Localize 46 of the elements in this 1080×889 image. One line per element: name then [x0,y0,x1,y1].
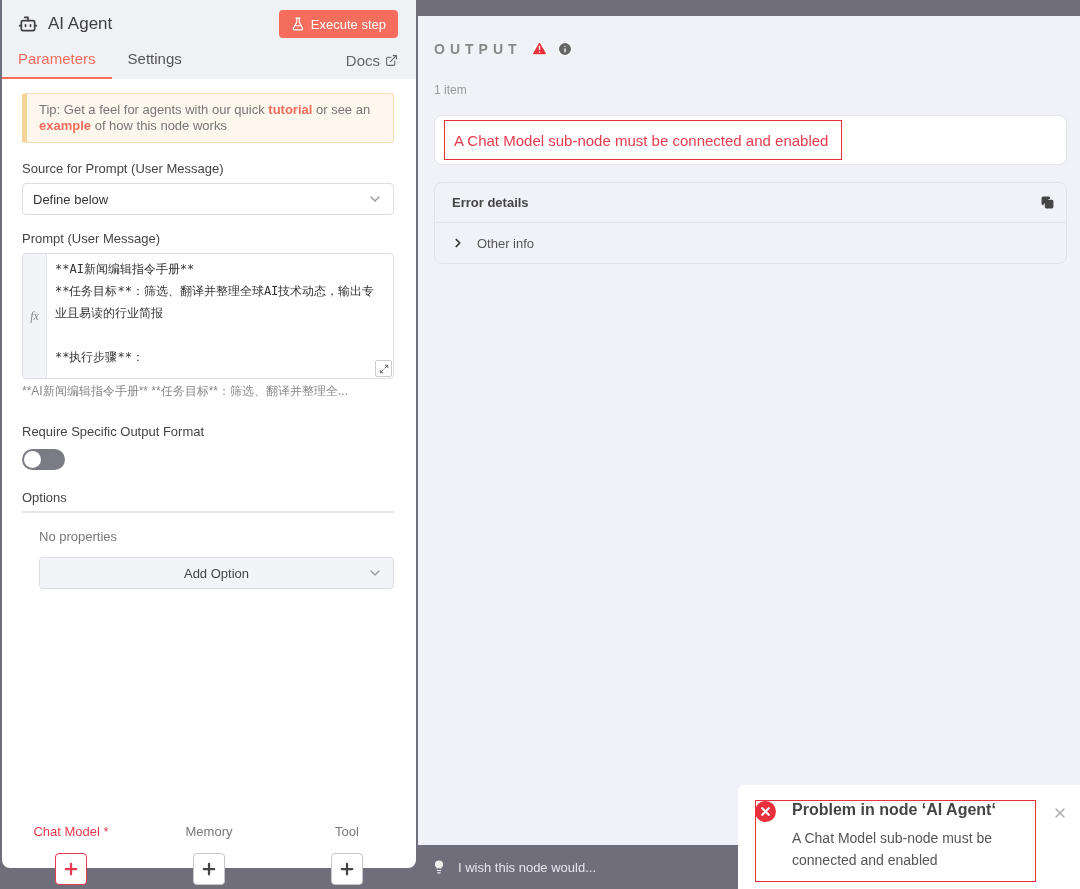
prompt-line: **AI新闻编辑指令手册** [55,261,196,278]
external-link-icon [385,54,398,67]
info-icon [556,40,573,57]
node-title: AI Agent [48,14,113,34]
add-sub-node-button[interactable] [193,853,225,885]
prompt-line: **执行步骤**： [55,349,145,366]
output-title: OUTPUT [434,40,522,57]
sub-node-label: Tool [335,824,359,839]
add-sub-node-button[interactable] [55,853,87,885]
expression-mark: fx [23,254,47,378]
output-format-toggle[interactable] [22,449,65,470]
error-icon [755,801,776,822]
field-label: Prompt (User Message) [22,231,161,246]
docs-link[interactable]: Docs [345,52,398,79]
field-label: Require Specific Output Format [22,424,206,439]
other-info-row[interactable]: Other info [435,223,1066,263]
field-label: Source for Prompt (User Message) [22,161,225,176]
tip-text: Tip: Get a feel for agents with our quick [39,102,266,117]
feedback-input[interactable]: I wish this node would... [456,858,706,876]
plus-icon [62,860,80,878]
source-select[interactable]: Define below [22,183,394,215]
toast-message: A Chat Model sub-node must be connected and enabled [792,829,993,870]
options-heading: Options [22,490,394,513]
copy-icon[interactable] [1041,196,1054,209]
warning-icon [530,40,548,57]
prompt-preview: **AI新闻编辑指令手册** **任务目标**：筛选、翻译并整理全... [22,383,350,400]
sub-node-label: Chat Model * [33,824,109,839]
flask-icon [290,17,305,31]
sub-node-label: Memory [185,824,233,839]
expand-icon[interactable] [375,360,392,377]
item-count: 1 item [434,83,468,97]
empty-text: No properties [39,529,119,544]
prompt-editor[interactable]: fx **AI新闻编辑指令手册** **任务目标**：筛选、翻译并整理全球AI技术动态，输出专业且易读的行业简报 **执行步骤**： [22,253,394,379]
plus-icon [338,860,356,878]
panel-tab[interactable]: Settings [111,50,198,79]
lightbulb-icon [432,860,446,874]
tip-text: or see an [314,102,371,117]
add-sub-node-button[interactable] [331,853,363,885]
plus-icon [200,860,218,878]
error-message: A Chat Model sub-node must be connected and enabled [444,120,843,160]
robot-icon [18,14,38,34]
toast-title: Problem in node ‘AI Agent‘ [792,801,997,819]
tip-text: of how this node works [93,118,227,133]
add-option-button[interactable]: Add Option [39,557,394,589]
prompt-line: **任务目标**：筛选、翻译并整理全球AI技术动态，输出专业且易读的行业简报 [55,283,376,322]
details-title: Error details [452,195,529,210]
